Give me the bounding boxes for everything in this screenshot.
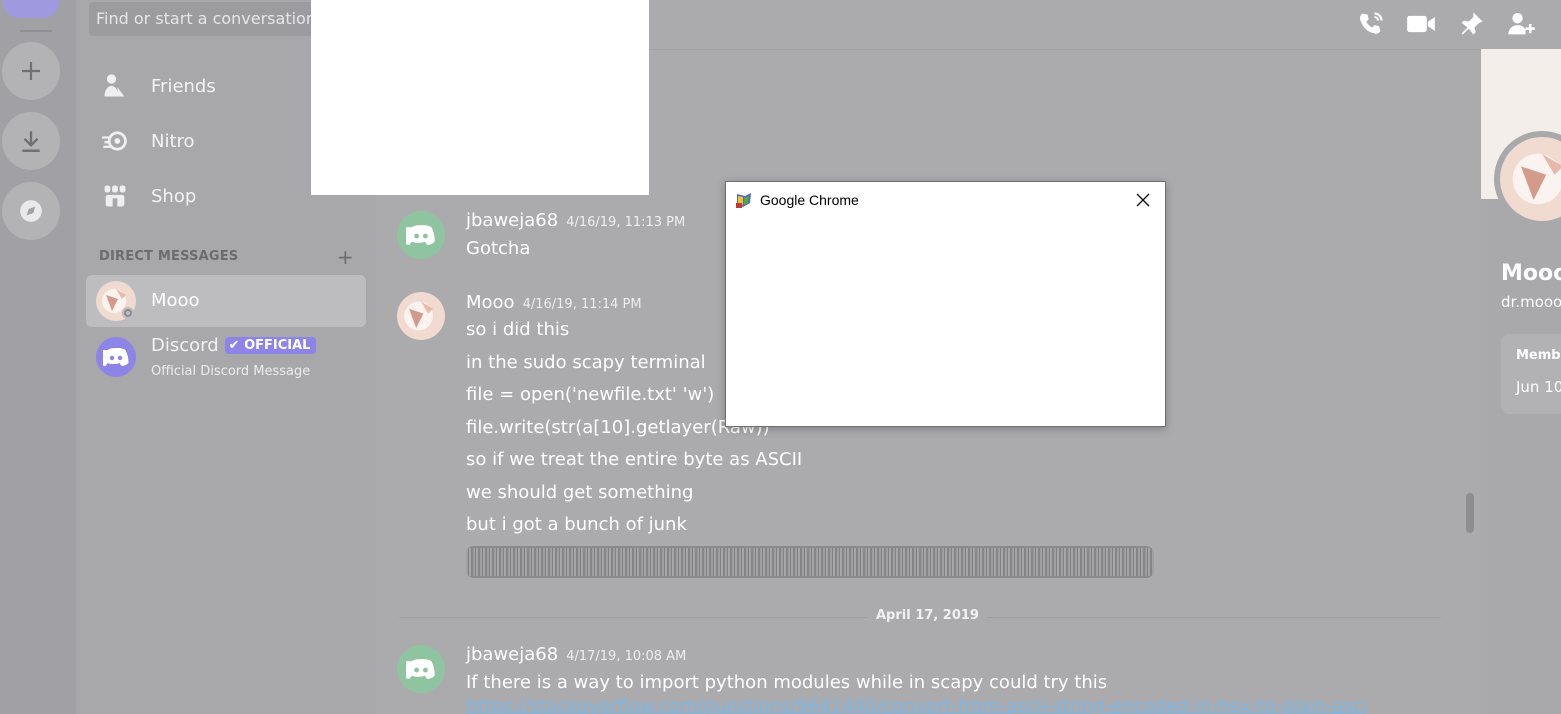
message-header: jbaweja68 4/17/19, 10:08 AM [466,644,686,665]
profile-panel: Mooo dr.mooo Member Jun 10 [1481,49,1561,714]
dm-name: Mooo [151,290,200,311]
download-icon [22,131,40,152]
message-author[interactable]: jbaweja68 [466,210,558,231]
status-indicator [122,307,134,319]
message-line: in the sudo scapy terminal [466,352,706,373]
avatar [397,211,445,259]
checkmark-icon: ✔ [228,338,245,353]
dm-name: Discord [151,335,219,356]
direct-messages-heading: DIRECT MESSAGES + [99,245,354,269]
member-since-card: Member Jun 10 [1501,334,1561,414]
avatar [397,645,445,693]
voice-call-icon[interactable] [1355,8,1387,40]
member-since-heading: Member [1516,348,1561,363]
message-line: file = open('newfile.txt' 'w') [466,384,715,405]
friends-icon [100,71,130,101]
nav-label: Nitro [151,130,195,152]
pin-icon[interactable] [1455,8,1487,40]
message-line: Gotcha [466,238,531,259]
compass-icon [20,200,42,222]
nav-label: Friends [151,75,216,97]
message-line: If there is a way to import python modul… [466,672,1108,693]
attachment-text-noise [466,548,1154,576]
date-divider-label: April 17, 2019 [868,608,987,623]
shop-icon [100,181,130,211]
chat-scrollbar[interactable] [1466,493,1474,533]
message-header: Mooo 4/16/19, 11:14 PM [466,292,642,313]
plus-icon [22,62,40,80]
user-profile-icon[interactable] [1553,8,1561,40]
app-icon [735,191,753,209]
dm-subtitle: Official Discord Message [151,364,311,379]
profile-name: Mooo [1501,261,1561,286]
badge-label: OFFICIAL [244,338,311,353]
message-timestamp: 4/16/19, 11:14 PM [522,297,642,312]
message-header: jbaweja68 4/16/19, 11:13 PM [466,210,685,231]
plus-icon[interactable]: + [337,245,354,269]
message-link[interactable]: https://stackoverflow.com/questions/9641… [466,696,1366,714]
add-server-button[interactable] [2,42,60,100]
discord-logo-icon [406,659,435,679]
server-rail [0,0,76,714]
message-author[interactable]: jbaweja68 [466,644,558,665]
rail-separator [20,30,52,32]
message-attachment-image[interactable] [466,546,1154,578]
profile-clip: Mooo dr.mooo Member Jun 10 [1481,49,1561,714]
profile-handle: dr.mooo [1501,293,1561,311]
home-button[interactable] [3,0,59,18]
add-friends-to-dm-icon[interactable] [1505,8,1537,40]
blank-overlay [311,0,649,195]
nav-label: Shop [151,185,197,207]
avatar [96,337,136,377]
nav-nitro[interactable]: Nitro [100,121,195,161]
download-apps-button[interactable] [2,112,60,170]
member-since-date: Jun 10 [1516,378,1561,396]
nav-shop[interactable]: Shop [100,176,196,216]
official-badge: ✔ OFFICIAL [224,337,317,354]
avatar [397,292,445,340]
dialog-title: Google Chrome [760,192,859,208]
message-line: we should get something [466,482,694,503]
direct-messages-label: DIRECT MESSAGES [99,249,239,264]
link-clip: https://stackoverflow.com/questions/9641… [466,696,1366,714]
nitro-icon [100,126,130,156]
chrome-dialog: Google Chrome [725,181,1166,427]
close-icon[interactable] [1133,190,1153,210]
dm-item-mooo[interactable]: Mooo [86,275,366,327]
discover-button[interactable] [2,182,60,240]
discord-logo-icon [103,348,129,366]
message-timestamp: 4/16/19, 11:13 PM [566,215,686,230]
message-timestamp: 4/17/19, 10:08 AM [566,649,687,664]
dm-name-row: Discord ✔ OFFICIAL [151,335,317,356]
message-line: but i got a bunch of junk [466,514,687,535]
message-line: so i did this [466,319,570,340]
video-call-icon[interactable] [1405,8,1437,40]
discord-logo-icon [406,225,435,245]
dm-item-discord[interactable]: Discord ✔ OFFICIAL Official Discord Messa… [86,331,366,383]
message-author[interactable]: Mooo [466,292,515,313]
message-line: so if we treat the entire byte as ASCII [466,449,803,470]
nav-friends[interactable]: Friends [100,66,216,106]
